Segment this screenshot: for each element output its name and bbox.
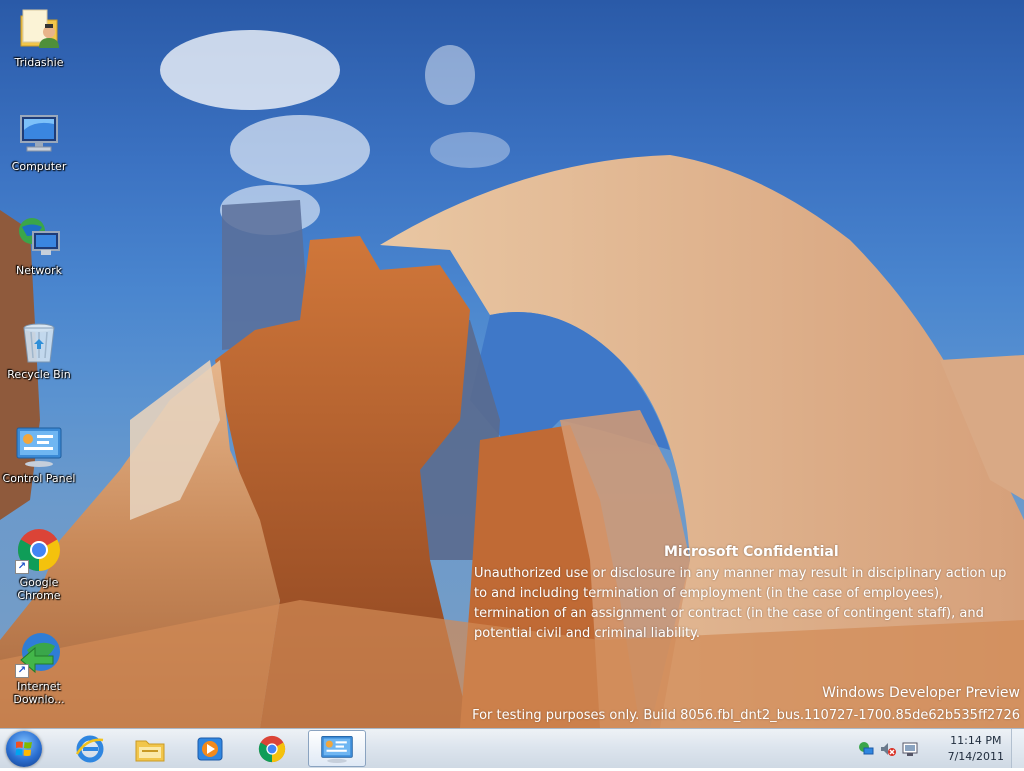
watermark-title: Microsoft Confidential [664,544,839,560]
windows-start-orb-icon [15,741,32,756]
recycle-bin-icon [15,318,63,366]
desktop-icon-label: Google Chrome [17,576,61,602]
desktop-icon-label: Computer [11,160,67,173]
desktop-icon-network[interactable]: Network [0,208,78,277]
user-folder-icon [15,6,63,54]
taskbar-file-explorer[interactable] [124,730,176,767]
internet-download-manager-icon: ↗ [15,630,63,678]
watermark-line: potential civil and criminal liability. [474,626,701,641]
action-center-icon[interactable] [902,741,918,757]
watermark-line: Unauthorized use or disclosure in any ma… [474,566,1007,581]
desktop-icon-label: Control Panel [2,472,76,485]
desktop-icon-label: Network [16,264,62,277]
taskbar-media-player[interactable] [184,730,236,767]
desktop-icon-tridashie[interactable]: Tridashie [0,0,78,69]
watermark-product: Windows Developer Preview [822,685,1020,701]
watermark-build: For testing purposes only. Build 8056.fb… [472,708,1020,723]
taskbar-chrome[interactable] [246,730,298,767]
watermark-body: Unauthorized use or disclosure in any ma… [474,564,1019,644]
volume-muted-icon[interactable] [880,741,896,757]
network-icon [15,214,63,262]
computer-icon [15,110,63,158]
show-desktop-button[interactable] [1011,729,1024,768]
watermark-line: to and including termination of employme… [474,586,944,601]
control-panel-icon [15,422,63,470]
internet-explorer-icon [75,735,104,762]
desktop-icon-label: Recycle Bin [7,368,71,381]
taskbar-control-panel[interactable] [308,730,366,767]
desktop-icon-recycle-bin[interactable]: Recycle Bin [0,312,78,381]
control-panel-icon [321,735,353,763]
file-explorer-icon [135,740,165,761]
shortcut-arrow-icon: ↗ [15,664,29,678]
clock-date: 7/14/2011 [947,750,1004,763]
desktop-icon-internet-download-manager[interactable]: ↗ Internet Downlo... [0,624,78,706]
taskbar: 11:14 PM 7/14/2011 [0,728,1024,768]
media-player-icon [197,737,223,760]
desktop-icon-control-panel[interactable]: Control Panel [0,416,78,485]
desktop[interactable]: Tridashie Computer Network Recycle Bin C… [0,0,1024,728]
chrome-icon [258,735,286,762]
shortcut-arrow-icon: ↗ [15,560,29,574]
network-status-icon[interactable] [858,741,874,757]
desktop-icon-google-chrome[interactable]: ↗ Google Chrome [0,520,78,602]
desktop-icon-label: Internet Downlo... [13,680,65,706]
desktop-icon-label: Tridashie [14,56,64,69]
taskbar-clock[interactable]: 11:14 PM 7/14/2011 [948,733,1004,765]
clock-time: 11:14 PM [950,734,1002,747]
chrome-icon: ↗ [15,526,63,574]
watermark-line: termination of an assignment or contract… [474,606,984,621]
taskbar-internet-explorer[interactable] [64,730,116,767]
start-button[interactable] [6,731,42,767]
desktop-icon-computer[interactable]: Computer [0,104,78,173]
system-tray: 11:14 PM 7/14/2011 [854,729,1024,768]
